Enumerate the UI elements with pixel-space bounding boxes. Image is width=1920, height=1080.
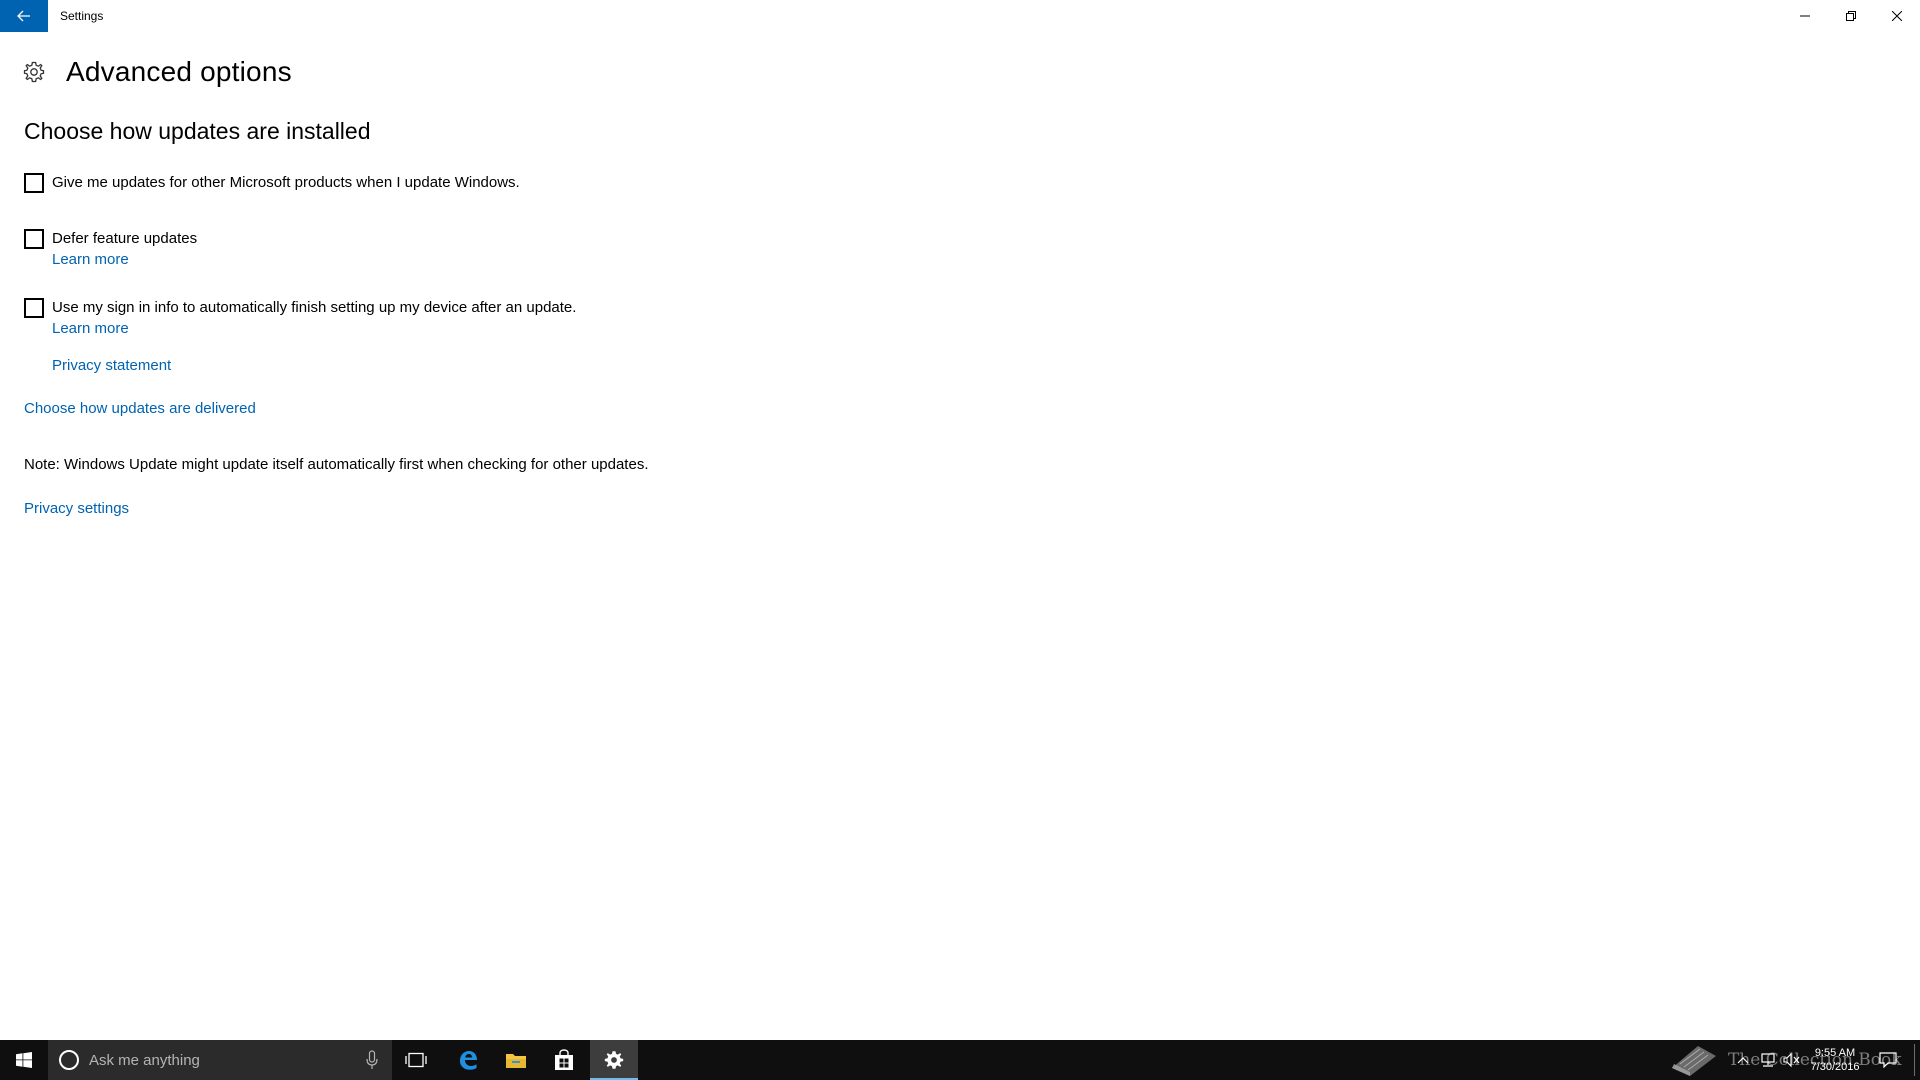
learn-more-link[interactable]: Learn more — [52, 250, 197, 270]
minimize-icon — [1800, 15, 1810, 17]
settings-icon — [604, 1051, 624, 1069]
option-label[interactable]: Use my sign in info to automatically fin… — [52, 298, 576, 318]
learn-more-link[interactable]: Learn more — [52, 319, 576, 339]
back-button[interactable] — [0, 0, 48, 32]
close-button[interactable] — [1874, 0, 1920, 32]
store-button[interactable] — [540, 1040, 588, 1080]
privacy-settings-link[interactable]: Privacy settings — [24, 499, 129, 519]
volume-muted-icon — [1783, 1052, 1800, 1068]
page-header: Advanced options — [22, 52, 292, 92]
clock-time: 9:55 AM — [1814, 1047, 1856, 1059]
update-note: Note: Windows Update might update itself… — [24, 456, 649, 473]
clock-date: 7/30/2016 — [1810, 1061, 1860, 1073]
action-center-button[interactable] — [1870, 1040, 1906, 1080]
start-button[interactable] — [0, 1040, 48, 1080]
back-arrow-icon — [17, 10, 30, 22]
restore-icon — [1846, 11, 1856, 21]
section-title: Choose how updates are installed — [24, 118, 371, 144]
option-microsoft-products: Give me updates for other Microsoft prod… — [24, 173, 520, 193]
search-box[interactable]: Ask me anything — [48, 1040, 392, 1080]
title-bar: Settings — [0, 0, 1920, 32]
network-button[interactable] — [1756, 1040, 1780, 1080]
privacy-statement-link[interactable]: Privacy statement — [52, 356, 171, 376]
action-center-icon — [1879, 1052, 1897, 1068]
volume-button[interactable] — [1780, 1040, 1804, 1080]
close-icon — [1892, 11, 1902, 21]
edge-button[interactable] — [444, 1040, 492, 1080]
file-explorer-icon — [506, 1054, 526, 1068]
checkbox-defer-feature-updates[interactable] — [24, 229, 44, 249]
network-icon — [1761, 1053, 1775, 1067]
windows-logo-icon — [16, 1052, 32, 1068]
option-label[interactable]: Defer feature updates — [52, 229, 197, 249]
option-label[interactable]: Give me updates for other Microsoft prod… — [52, 173, 520, 193]
store-icon — [555, 1049, 573, 1070]
restore-button[interactable] — [1828, 0, 1874, 32]
checkbox-microsoft-products[interactable] — [24, 173, 44, 193]
search-placeholder: Ask me anything — [89, 1051, 200, 1069]
gear-icon — [23, 61, 45, 83]
book-logo-icon — [1672, 1046, 1716, 1076]
minimize-button[interactable] — [1782, 0, 1828, 32]
choose-delivery-link[interactable]: Choose how updates are delivered — [24, 399, 256, 419]
window-title: Settings — [60, 9, 104, 23]
edge-icon — [460, 1051, 477, 1070]
settings-taskbar-button[interactable] — [590, 1040, 638, 1080]
task-view-button[interactable] — [392, 1040, 440, 1080]
chevron-up-icon — [1737, 1057, 1749, 1064]
task-view-icon — [405, 1052, 427, 1068]
option-sign-in-info: Use my sign in info to automatically fin… — [24, 298, 576, 339]
file-explorer-button[interactable] — [492, 1040, 540, 1080]
clock[interactable]: 9:55 AM 7/30/2016 — [1806, 1040, 1864, 1080]
show-desktop-button[interactable] — [1914, 1044, 1915, 1076]
page-title: Advanced options — [66, 56, 292, 87]
microphone-icon[interactable] — [366, 1050, 378, 1070]
cortana-icon — [59, 1050, 79, 1070]
show-hidden-icons-button[interactable] — [1732, 1040, 1754, 1080]
checkbox-sign-in-info[interactable] — [24, 298, 44, 318]
option-defer-feature-updates: Defer feature updates Learn more — [24, 229, 197, 270]
taskbar: Ask me anything The Collection Book 9:55… — [0, 1040, 1920, 1080]
